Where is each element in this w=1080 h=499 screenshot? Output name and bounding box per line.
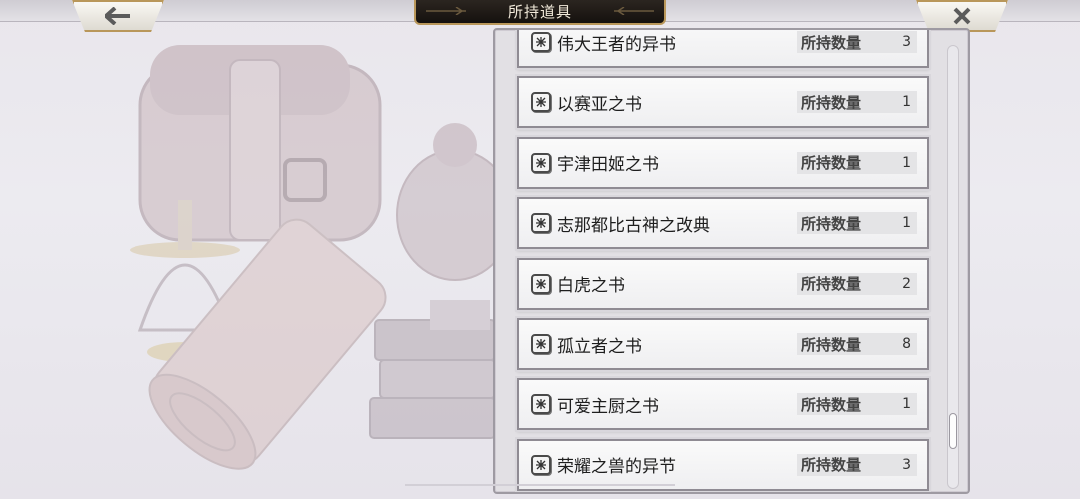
ornament-icon	[426, 7, 466, 15]
quantity-value: 1	[902, 94, 911, 111]
quantity-box: 所持数量 3	[797, 453, 917, 476]
item-name: 荣耀之兽的异节	[557, 457, 676, 478]
book-icon	[531, 152, 551, 173]
quantity-value: 1	[902, 215, 911, 232]
quantity-box: 所持数量 1	[797, 393, 917, 416]
item-row[interactable]: 宇津田姬之书 所持数量 1	[517, 136, 929, 189]
item-list-panel[interactable]: 伟大王者的异书 所持数量 3 以赛亚之书 所持数量 1 宇津田姬之书 所持数量 1 志那都比古神之…	[493, 28, 970, 494]
title-plate: 所持道具	[414, 0, 666, 25]
book-icon	[531, 32, 551, 52]
quantity-box: 所持数量 1	[797, 212, 917, 235]
item-row[interactable]: 可爱主厨之书 所持数量 1	[517, 378, 929, 431]
arrow-left-icon	[105, 7, 130, 25]
book-icon	[531, 394, 551, 415]
item-name: 孤立者之书	[557, 336, 642, 357]
quantity-box: 所持数量 1	[797, 91, 917, 114]
bottom-divider	[405, 484, 675, 486]
item-name: 可爱主厨之书	[557, 396, 659, 417]
item-name: 以赛亚之书	[557, 94, 642, 115]
quantity-label: 所持数量	[801, 93, 862, 112]
book-icon	[531, 92, 551, 113]
item-row[interactable]: 荣耀之兽的异节 所持数量 3	[517, 438, 929, 491]
book-icon	[531, 273, 551, 294]
book-icon	[531, 213, 551, 234]
inventory-background-art	[130, 45, 514, 470]
quantity-label: 所持数量	[801, 33, 862, 52]
item-name: 白虎之书	[557, 276, 625, 297]
book-icon	[531, 454, 551, 475]
quantity-box: 所持数量 3	[797, 31, 917, 53]
scrollbar-thumb[interactable]	[949, 413, 957, 449]
quantity-label: 所持数量	[801, 395, 862, 414]
quantity-value: 1	[902, 396, 911, 413]
quantity-label: 所持数量	[801, 154, 862, 173]
item-name: 伟大王者的异书	[557, 34, 676, 55]
quantity-value: 3	[902, 34, 911, 50]
item-row[interactable]: 志那都比古神之改典 所持数量 1	[517, 197, 929, 250]
item-row[interactable]: 白虎之书 所持数量 2	[517, 257, 929, 310]
quantity-value: 1	[902, 154, 911, 171]
quantity-box: 所持数量 2	[797, 272, 917, 295]
quantity-label: 所持数量	[801, 335, 862, 354]
quantity-label: 所持数量	[801, 214, 862, 233]
quantity-value: 2	[902, 275, 911, 292]
ornament-icon	[614, 7, 654, 15]
quantity-value: 3	[902, 456, 911, 473]
item-row[interactable]: 以赛亚之书 所持数量 1	[517, 76, 929, 129]
close-x-icon	[953, 7, 971, 25]
item-name: 志那都比古神之改典	[557, 215, 710, 236]
quantity-box: 所持数量 1	[797, 151, 917, 174]
item-name: 宇津田姬之书	[557, 155, 659, 176]
quantity-value: 8	[902, 336, 911, 352]
item-row[interactable]: 伟大王者的异书 所持数量 3	[517, 30, 929, 68]
book-icon	[531, 334, 551, 354]
quantity-label: 所持数量	[801, 275, 862, 294]
quantity-box: 所持数量 8	[797, 333, 917, 355]
quantity-label: 所持数量	[801, 456, 862, 475]
page-title: 所持道具	[507, 3, 572, 21]
item-row[interactable]: 孤立者之书 所持数量 8	[517, 318, 929, 370]
back-button[interactable]	[72, 0, 164, 32]
